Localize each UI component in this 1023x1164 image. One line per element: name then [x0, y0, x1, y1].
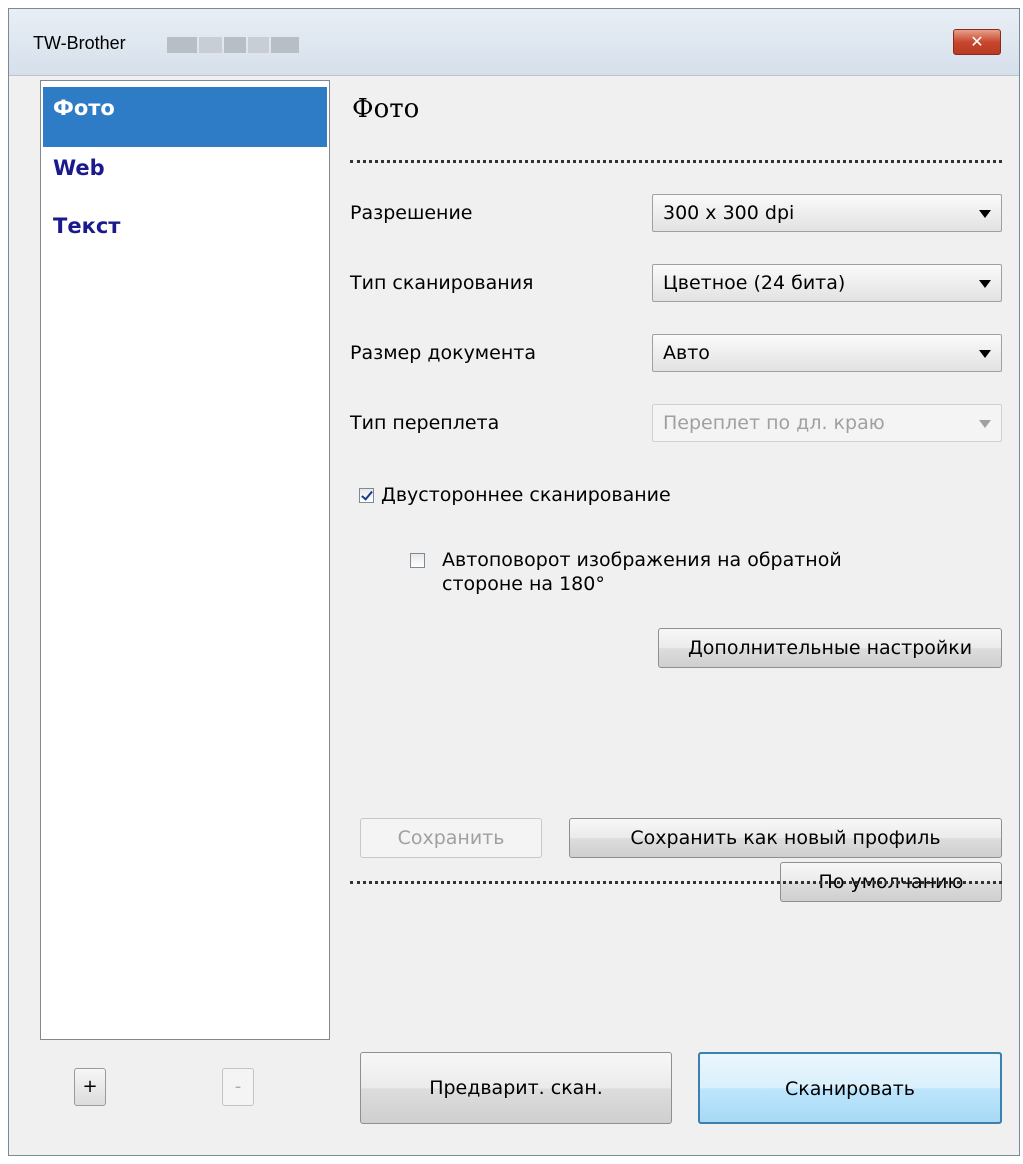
binding-type-label: Тип переплета	[350, 412, 500, 434]
profile-item-web[interactable]: Web	[43, 147, 327, 207]
divider-bottom	[350, 881, 1002, 884]
save-new-profile-button[interactable]: Сохранить как новый профиль	[569, 818, 1002, 858]
document-size-select[interactable]: Авто	[652, 334, 1002, 372]
scan-type-value: Цветное (24 бита)	[663, 272, 846, 294]
scan-type-select[interactable]: Цветное (24 бита)	[652, 264, 1002, 302]
title-bar[interactable]: TW-Brother ✕	[9, 9, 1019, 76]
profile-item-photo[interactable]: Фото	[43, 87, 327, 147]
remove-profile-button[interactable]: -	[222, 1068, 254, 1106]
autorotate-label-line2: стороне на 180°	[442, 573, 605, 595]
dropdown-arrow-icon	[979, 210, 991, 218]
dropdown-arrow-icon	[979, 350, 991, 358]
autorotate-checkbox[interactable]	[410, 553, 425, 568]
duplex-label[interactable]: Двустороннее сканирование	[381, 483, 671, 507]
close-button[interactable]: ✕	[953, 29, 1001, 55]
divider-top	[350, 160, 1002, 163]
profile-item-text[interactable]: Текст	[43, 205, 327, 265]
duplex-checkbox[interactable]	[359, 488, 374, 503]
resolution-label: Разрешение	[350, 202, 473, 224]
dropdown-arrow-icon	[979, 280, 991, 288]
resolution-value: 300 x 300 dpi	[663, 202, 795, 224]
binding-type-select[interactable]: Переплет по дл. краю	[652, 404, 1002, 442]
prescan-button[interactable]: Предварит. скан.	[360, 1052, 672, 1124]
scan-type-label: Тип сканирования	[350, 272, 534, 294]
save-button[interactable]: Сохранить	[360, 818, 542, 858]
document-size-value: Авто	[663, 342, 710, 364]
resolution-select[interactable]: 300 x 300 dpi	[652, 194, 1002, 232]
add-profile-button[interactable]: +	[74, 1068, 106, 1106]
binding-type-value: Переплет по дл. краю	[663, 412, 885, 434]
window-title: TW-Brother	[33, 33, 126, 53]
dropdown-arrow-icon	[979, 420, 991, 428]
autorotate-label-line1: Автоповорот изображения на обратной	[442, 549, 842, 571]
panel-title: Фото	[352, 94, 420, 124]
document-size-label: Размер документа	[350, 342, 536, 364]
scan-button[interactable]: Сканировать	[698, 1052, 1002, 1124]
advanced-settings-button[interactable]: Дополнительные настройки	[658, 628, 1002, 668]
autorotate-label[interactable]: Автоповорот изображения на обратной стор…	[442, 548, 842, 596]
redacted-model-name	[167, 37, 300, 53]
profile-list[interactable]: Фото Web Текст	[40, 80, 330, 1040]
